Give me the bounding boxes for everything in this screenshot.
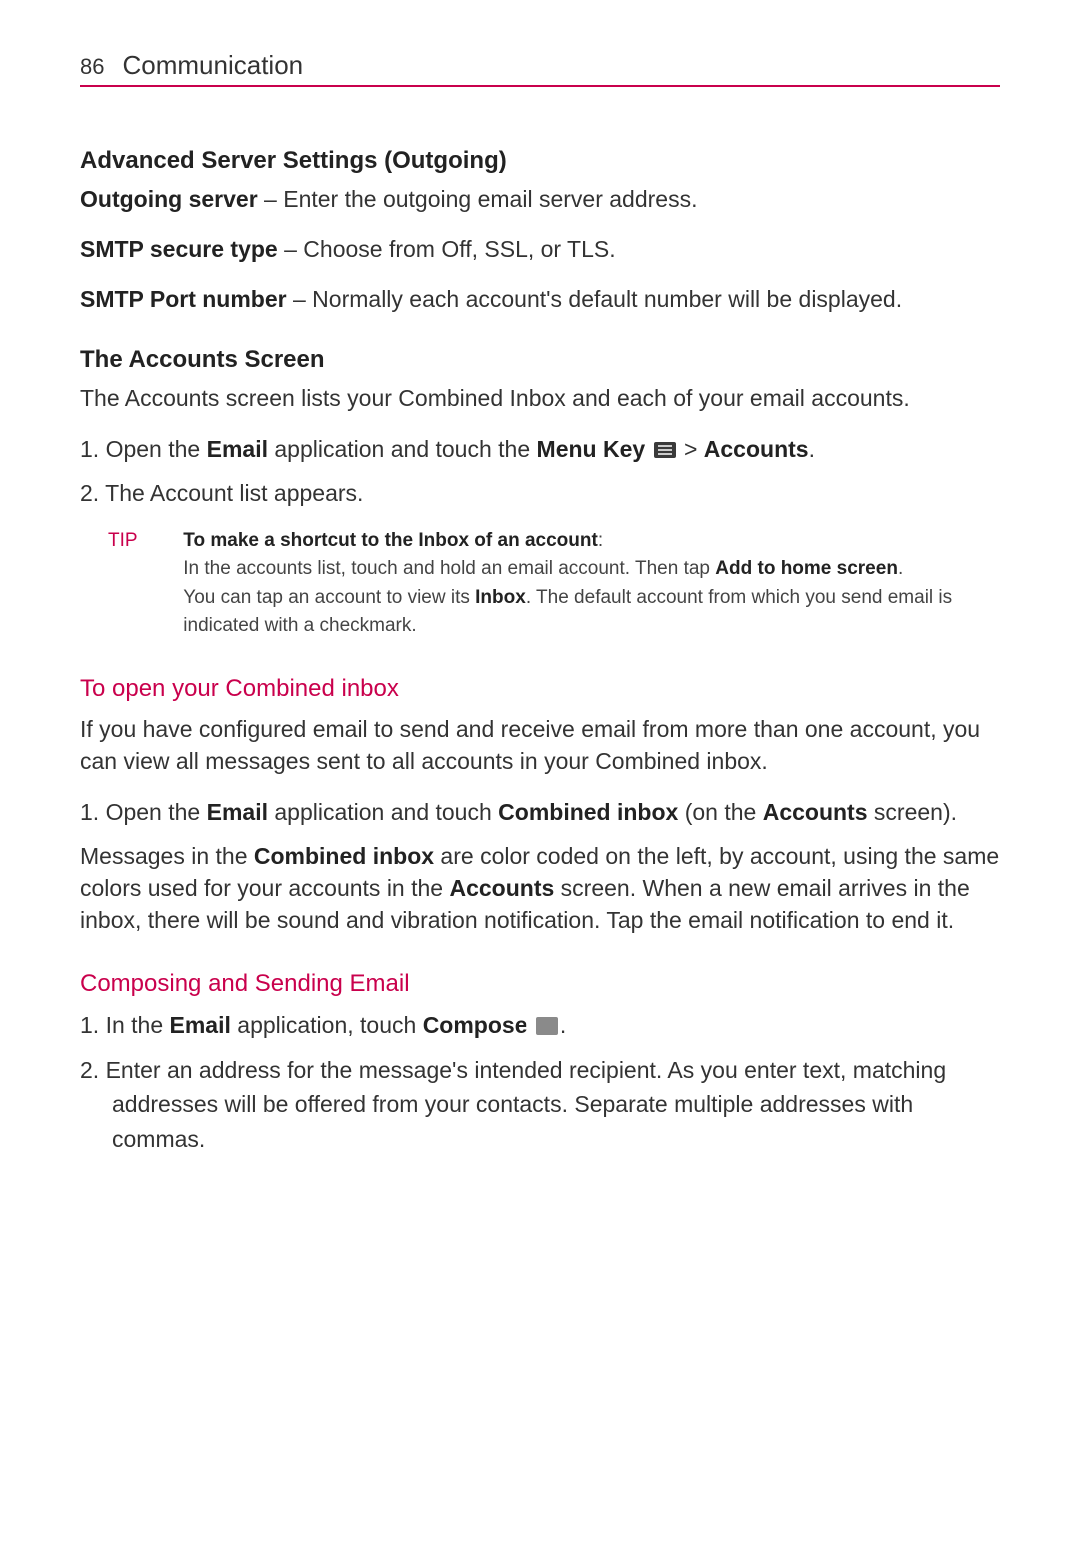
text-smtp-secure-type: SMTP secure type – Choose from Off, SSL,…	[80, 233, 1000, 265]
bold-menu-key: Menu Key	[537, 436, 652, 462]
bold-accounts: Accounts	[704, 436, 809, 462]
step-number: 1.	[80, 436, 99, 462]
bold-email: Email	[170, 1012, 231, 1038]
text-combined-intro: If you have configured email to send and…	[80, 713, 1000, 777]
step-text: Open the	[99, 436, 206, 462]
step-text: .	[560, 1012, 566, 1038]
step-text: The Account list appears.	[99, 480, 363, 506]
combined-step-1: 1. Open the Email application and touch …	[80, 795, 1000, 830]
page-container: 86 Communication Advanced Server Setting…	[0, 0, 1080, 1246]
bold-accounts: Accounts	[763, 799, 868, 825]
heading-composing-sending-email: Composing and Sending Email	[80, 970, 1000, 998]
text-accounts-intro: The Accounts screen lists your Combined …	[80, 382, 1000, 414]
tip-line-2a: In the accounts list, touch and hold an …	[183, 558, 715, 579]
step-text: application and touch	[268, 799, 498, 825]
desc-outgoing-server: – Enter the outgoing email server addres…	[258, 186, 698, 212]
text-combined-color-coded: Messages in the Combined inbox are color…	[80, 840, 1000, 937]
step-number: 2.	[80, 1057, 99, 1083]
heading-advanced-server-settings: Advanced Server Settings (Outgoing)	[80, 147, 1000, 175]
step-text: Open the	[99, 799, 206, 825]
section-title: Communication	[122, 50, 303, 81]
tip-line-2c: .	[898, 558, 903, 579]
text-outgoing-server: Outgoing server – Enter the outgoing ema…	[80, 183, 1000, 215]
para-text: Messages in the	[80, 843, 254, 869]
step-text: .	[809, 436, 815, 462]
accounts-step-1: 1. Open the Email application and touch …	[80, 432, 1000, 467]
accounts-step-2: 2. The Account list appears.	[80, 476, 1000, 511]
label-smtp-secure-type: SMTP secure type	[80, 236, 278, 262]
bold-accounts: Accounts	[449, 875, 554, 901]
page-number: 86	[80, 54, 104, 80]
step-text: application, touch	[231, 1012, 423, 1038]
label-outgoing-server: Outgoing server	[80, 186, 258, 212]
step-number: 2.	[80, 480, 99, 506]
tip-block: TIP To make a shortcut to the Inbox of a…	[108, 527, 1000, 641]
tip-line-3a: You can tap an account to view its	[183, 587, 475, 608]
text-smtp-port-number: SMTP Port number – Normally each account…	[80, 283, 1000, 315]
bold-combined-inbox: Combined inbox	[254, 843, 434, 869]
step-number: 1.	[80, 799, 99, 825]
bold-combined-inbox: Combined inbox	[498, 799, 678, 825]
tip-add-to-home: Add to home screen	[715, 558, 898, 579]
tip-title: To make a shortcut to the Inbox of an ac…	[183, 530, 598, 551]
step-text: In the	[99, 1012, 169, 1038]
page-header: 86 Communication	[80, 50, 1000, 87]
heading-combined-inbox: To open your Combined inbox	[80, 675, 1000, 703]
label-smtp-port-number: SMTP Port number	[80, 286, 287, 312]
tip-inbox: Inbox	[475, 587, 526, 608]
compose-icon	[536, 1017, 558, 1035]
desc-smtp-secure-type: – Choose from Off, SSL, or TLS.	[278, 236, 616, 262]
bold-compose: Compose	[423, 1012, 534, 1038]
step-text: application and touch the	[268, 436, 537, 462]
bold-email: Email	[207, 436, 268, 462]
step-text: screen).	[868, 799, 957, 825]
step-number: 1.	[80, 1012, 99, 1038]
tip-colon: :	[598, 530, 603, 551]
menu-key-icon	[654, 442, 676, 458]
bold-email: Email	[207, 799, 268, 825]
step-text: >	[678, 436, 704, 462]
composing-step-1: 1. In the Email application, touch Compo…	[80, 1008, 1000, 1043]
composing-step-2: 2. Enter an address for the message's in…	[80, 1053, 1000, 1157]
step-text: Enter an address for the message's inten…	[99, 1057, 946, 1152]
heading-accounts-screen: The Accounts Screen	[80, 346, 1000, 374]
desc-smtp-port-number: – Normally each account's default number…	[287, 286, 903, 312]
tip-body: To make a shortcut to the Inbox of an ac…	[183, 527, 973, 641]
step-text: (on the	[678, 799, 762, 825]
tip-label: TIP	[108, 527, 178, 556]
